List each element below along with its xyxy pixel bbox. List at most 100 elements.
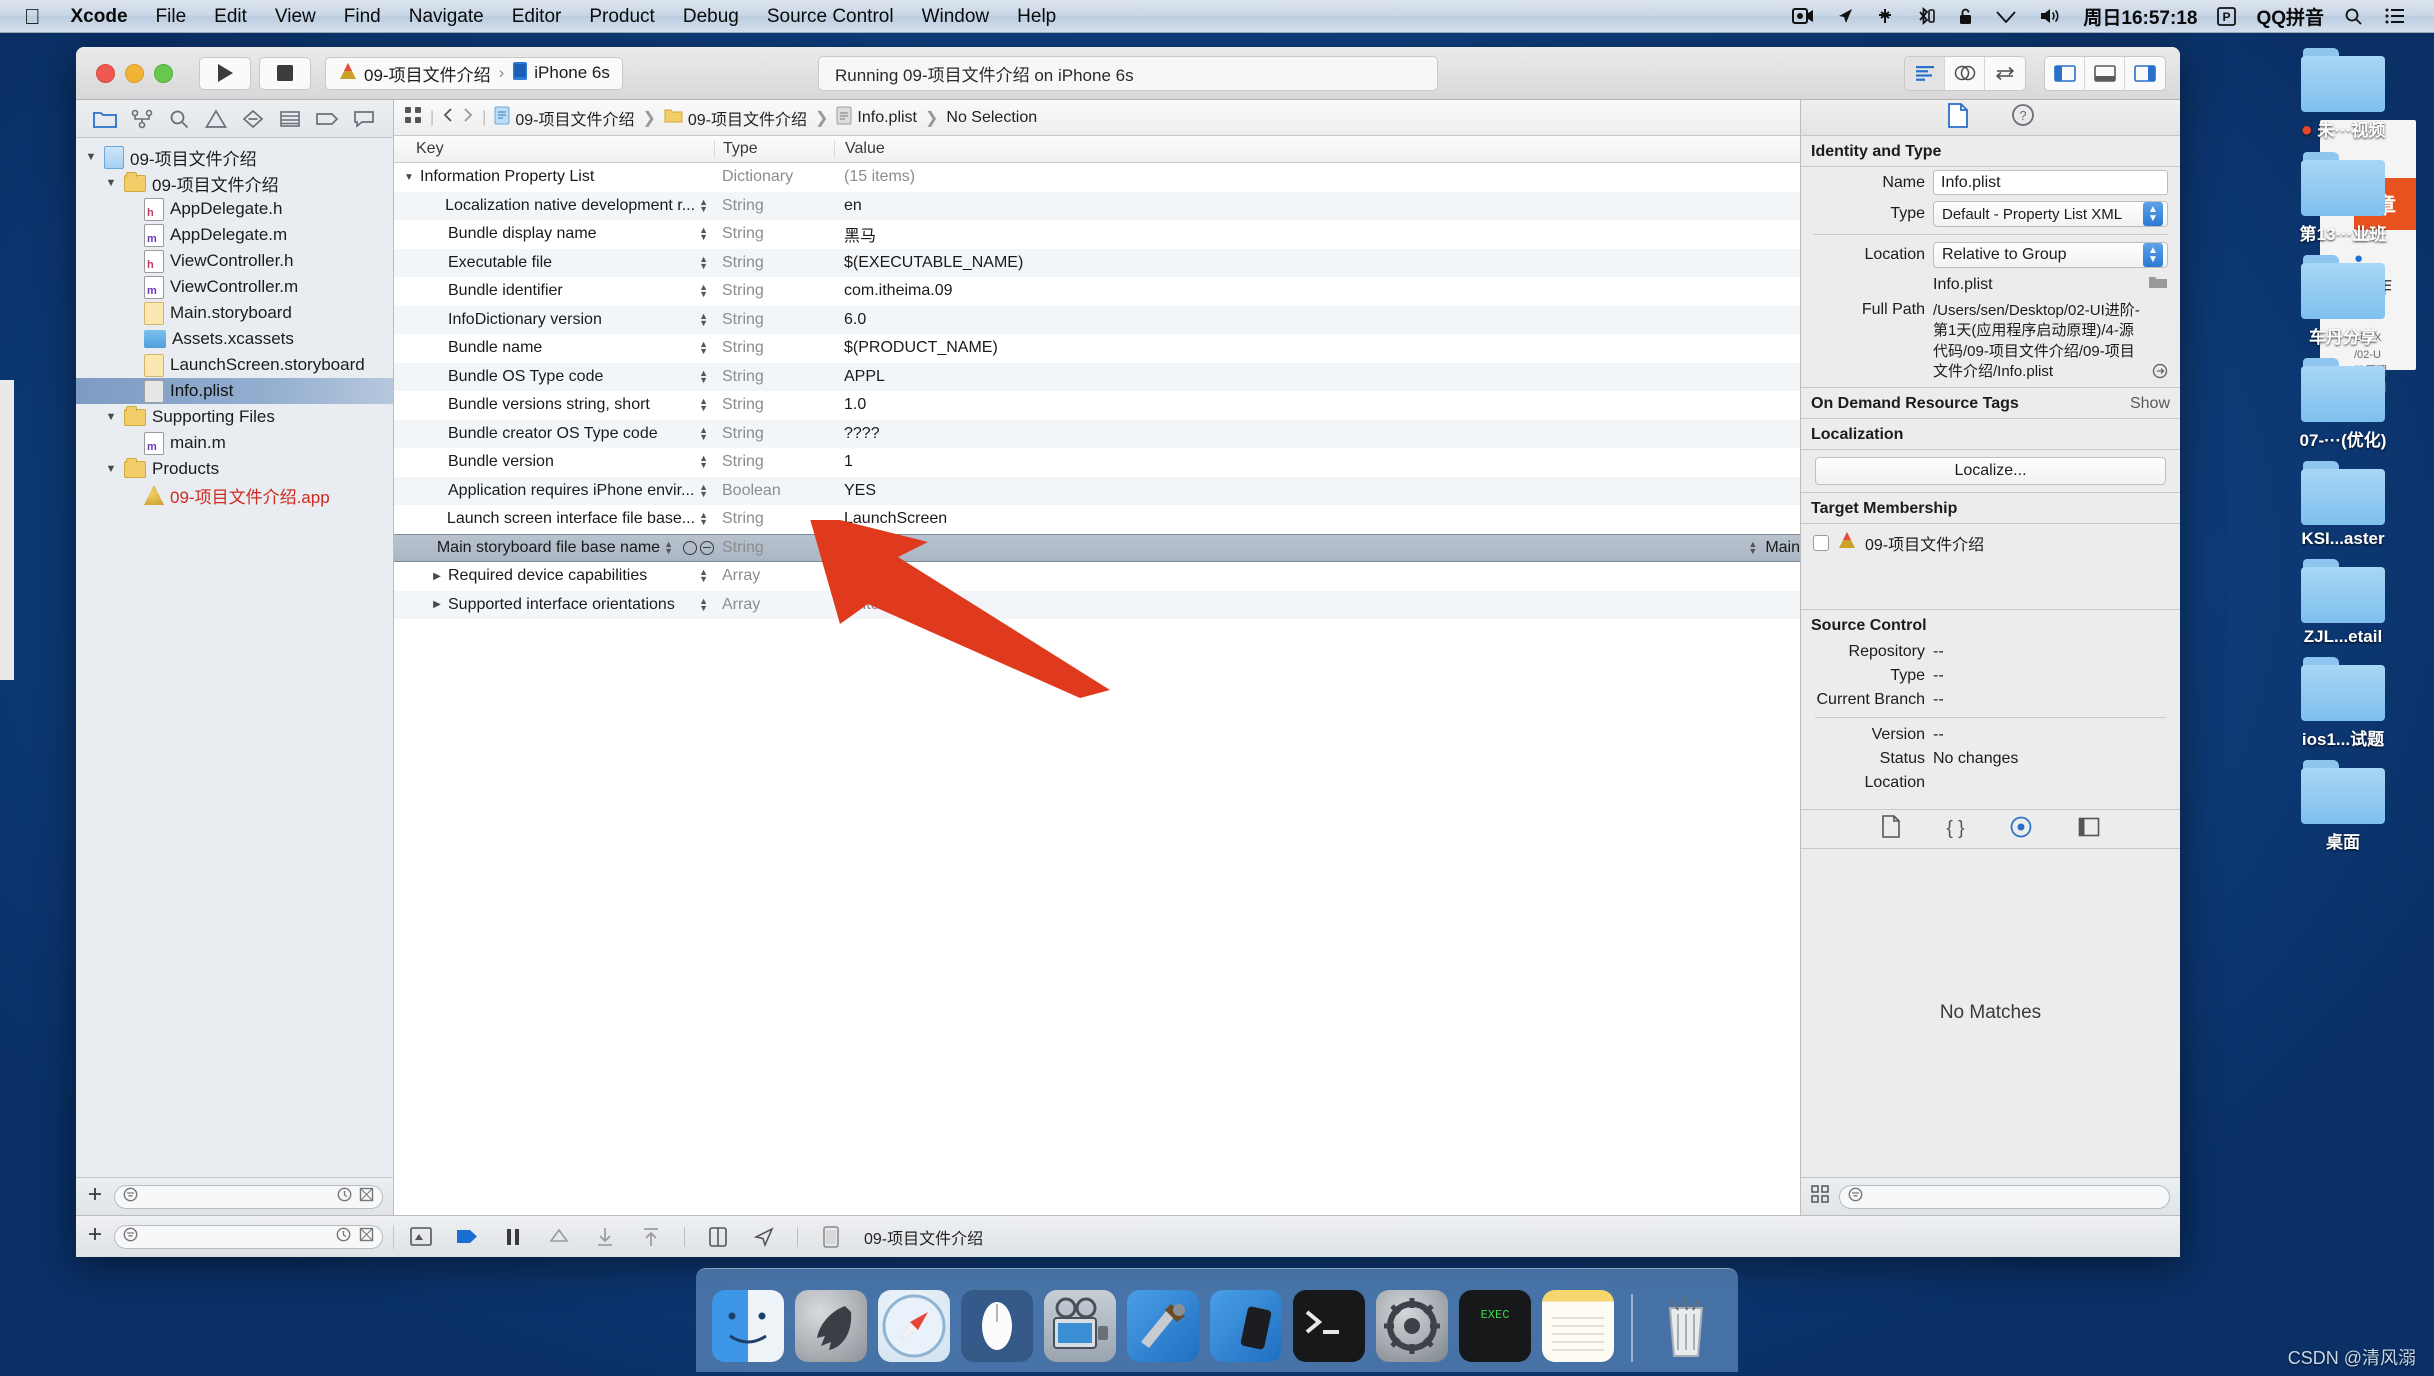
nav-tree-item[interactable]: m ViewController.m [76,274,393,300]
simulator-icon[interactable] [1210,1290,1282,1362]
target-membership-checkbox[interactable] [1813,534,1829,551]
scheme-selector[interactable]: 09-项目文件介绍 › iPhone 6s [325,56,623,90]
safari-icon[interactable] [878,1290,950,1362]
location-simulate-icon[interactable] [751,1224,777,1250]
remove-row-icon[interactable] [700,540,714,555]
plist-row[interactable]: Bundle OS Type code ▲ ▼ String APPL [394,362,1800,391]
breadcrumb-project[interactable]: 09-项目文件介绍 [494,106,634,130]
xcode-icon[interactable] [1127,1290,1199,1362]
show-debug-area-icon[interactable] [408,1224,434,1250]
volume-icon[interactable] [2028,7,2074,25]
disclosure-triangle-icon[interactable]: ▼ [104,463,118,475]
system-preferences-icon[interactable] [1376,1290,1448,1362]
desktop-folder-3[interactable]: 07-···(优化) [2273,358,2413,451]
menu-item-product[interactable]: Product [575,0,668,33]
nav-tree-item[interactable]: Info.plist [76,378,393,404]
plist-value-cell[interactable]: en [834,197,1800,215]
type-popup-button[interactable]: Default - Property List XML ▲ ▼ [1933,201,2168,227]
plist-key-cell[interactable]: Bundle name ▲ ▼ [394,339,714,357]
find-navigator-icon[interactable] [166,106,192,132]
view-hierarchy-icon[interactable] [705,1224,731,1250]
add-remove-buttons[interactable] [683,540,714,555]
plist-type-cell[interactable]: String [714,282,834,300]
plist-key-cell[interactable]: Application requires iPhone envir... ▲ ▼ [394,482,714,500]
exec-app-icon[interactable]: EXEC [1459,1290,1531,1362]
plist-type-cell[interactable]: String [714,311,834,329]
key-stepper[interactable]: ▲ ▼ [699,511,714,527]
lock-icon[interactable] [1947,7,1984,25]
quicktime-icon[interactable] [1044,1290,1116,1362]
key-stepper[interactable]: ▲ ▼ [699,568,714,584]
plist-value-cell[interactable]: 1 [834,453,1800,471]
plist-value-cell[interactable]: 1.0 [834,396,1800,414]
plist-value-cell[interactable]: (15 items) [834,168,1800,186]
desktop-folder-7[interactable]: 桌面 [2273,760,2413,853]
disclosure-triangle-icon[interactable]: ▼ [104,177,118,189]
key-stepper[interactable]: ▲ ▼ [699,425,714,441]
plist-row[interactable]: Executable file ▲ ▼ String $(EXECUTABLE_NAME… [394,248,1800,277]
menu-item-edit[interactable]: Edit [200,0,261,33]
nav-tree-item[interactable]: LaunchScreen.storyboard [76,352,393,378]
key-stepper[interactable]: ▲ ▼ [699,596,714,612]
project-file-tree[interactable]: ▼ 09-项目文件介绍 ▼ 09-项目文件介绍 h AppDelegate.h m AppDe… [76,138,393,1177]
bluetooth-icon[interactable] [1905,7,1947,25]
breadcrumb-group[interactable]: 09-项目文件介绍 [664,106,807,130]
menu-bar-clock[interactable]: 周日16:57:18 [2074,3,2206,30]
plist-row[interactable]: Bundle display name ▲ ▼ String 黑马 [394,220,1800,249]
disclosure-triangle-icon[interactable]: ▼ [104,411,118,423]
desktop-folder-1[interactable]: 第13···业班 [2273,152,2413,245]
column-header-value[interactable]: Value [834,140,1800,158]
input-source-badge-icon[interactable]: P [2206,6,2247,26]
disclosure-triangle-icon[interactable]: ▶ [430,599,444,610]
file-template-library-icon[interactable] [1881,815,1901,843]
step-over-icon[interactable] [454,1224,480,1250]
menu-item-file[interactable]: File [142,0,201,33]
library-filter-input[interactable] [1839,1184,2170,1209]
wifi-icon[interactable] [1984,8,2028,24]
report-navigator-icon[interactable] [351,106,377,132]
breadcrumb-file[interactable]: Info.plist [836,106,917,130]
location-arrow-icon[interactable] [1825,7,1865,25]
navigator-toggle-icon[interactable] [2045,56,2085,90]
run-button[interactable] [199,56,251,90]
plist-row[interactable]: Application requires iPhone envir... ▲ ▼ Bo… [394,476,1800,505]
odr-show-link[interactable]: Show [2130,395,2170,413]
terminal-icon[interactable] [1293,1290,1365,1362]
related-items-icon[interactable] [404,106,422,129]
test-navigator-icon[interactable] [240,106,266,132]
reveal-in-finder-icon[interactable] [2152,363,2168,384]
object-library-icon[interactable] [2010,816,2032,843]
zoom-window-button[interactable] [154,63,173,83]
plist-value-cell[interactable]: 6.0 [834,311,1800,329]
stop-button[interactable] [259,56,311,90]
plist-value-cell[interactable]: APPL [834,368,1800,386]
breakpoint-navigator-icon[interactable] [314,106,340,132]
pause-icon[interactable] [500,1224,526,1250]
plist-type-cell[interactable]: String [714,254,834,272]
plist-type-cell[interactable]: String [714,225,834,243]
menu-item-find[interactable]: Find [330,0,395,33]
standard-editor-icon[interactable] [1905,56,1945,90]
key-stepper[interactable]: ▲ ▼ [699,368,714,384]
plist-key-cell[interactable]: InfoDictionary version ▲ ▼ [394,311,714,329]
debug-area-toggle-icon[interactable] [2085,56,2125,90]
plist-type-cell[interactable]: String [714,425,834,443]
name-field[interactable]: Info.plist [1933,170,2168,195]
apple-logo-icon[interactable]:  [18,0,57,33]
plist-key-cell[interactable]: Bundle version ▲ ▼ [394,453,714,471]
desktop-folder-5[interactable]: ZJL...etail [2273,559,2413,647]
plist-row[interactable]: Bundle creator OS Type code ▲ ▼ String???? [394,419,1800,448]
utilities-toggle-icon[interactable] [2125,57,2165,90]
plist-value-cell[interactable]: $(EXECUTABLE_NAME) [834,254,1800,272]
clock-icon[interactable] [336,1227,351,1247]
menu-item-xcode[interactable]: Xcode [57,0,142,33]
location-popup-button[interactable]: Relative to Group ▲ ▼ [1933,242,2168,268]
target-membership-row[interactable]: 09-项目文件介绍 [1801,524,2180,561]
key-stepper[interactable]: ▲ ▼ [699,283,714,299]
plist-row[interactable]: Bundle version ▲ ▼ String 1 [394,448,1800,477]
breadcrumb-selection[interactable]: No Selection [946,109,1037,127]
nav-tree-item[interactable]: Main.storyboard [76,300,393,326]
plist-key-cell[interactable]: ▶ Required device capabilities ▲ ▼ [394,567,714,585]
code-snippet-library-icon[interactable]: { } [1947,818,1965,840]
desktop-folder-4[interactable]: KSI...aster [2273,461,2413,549]
